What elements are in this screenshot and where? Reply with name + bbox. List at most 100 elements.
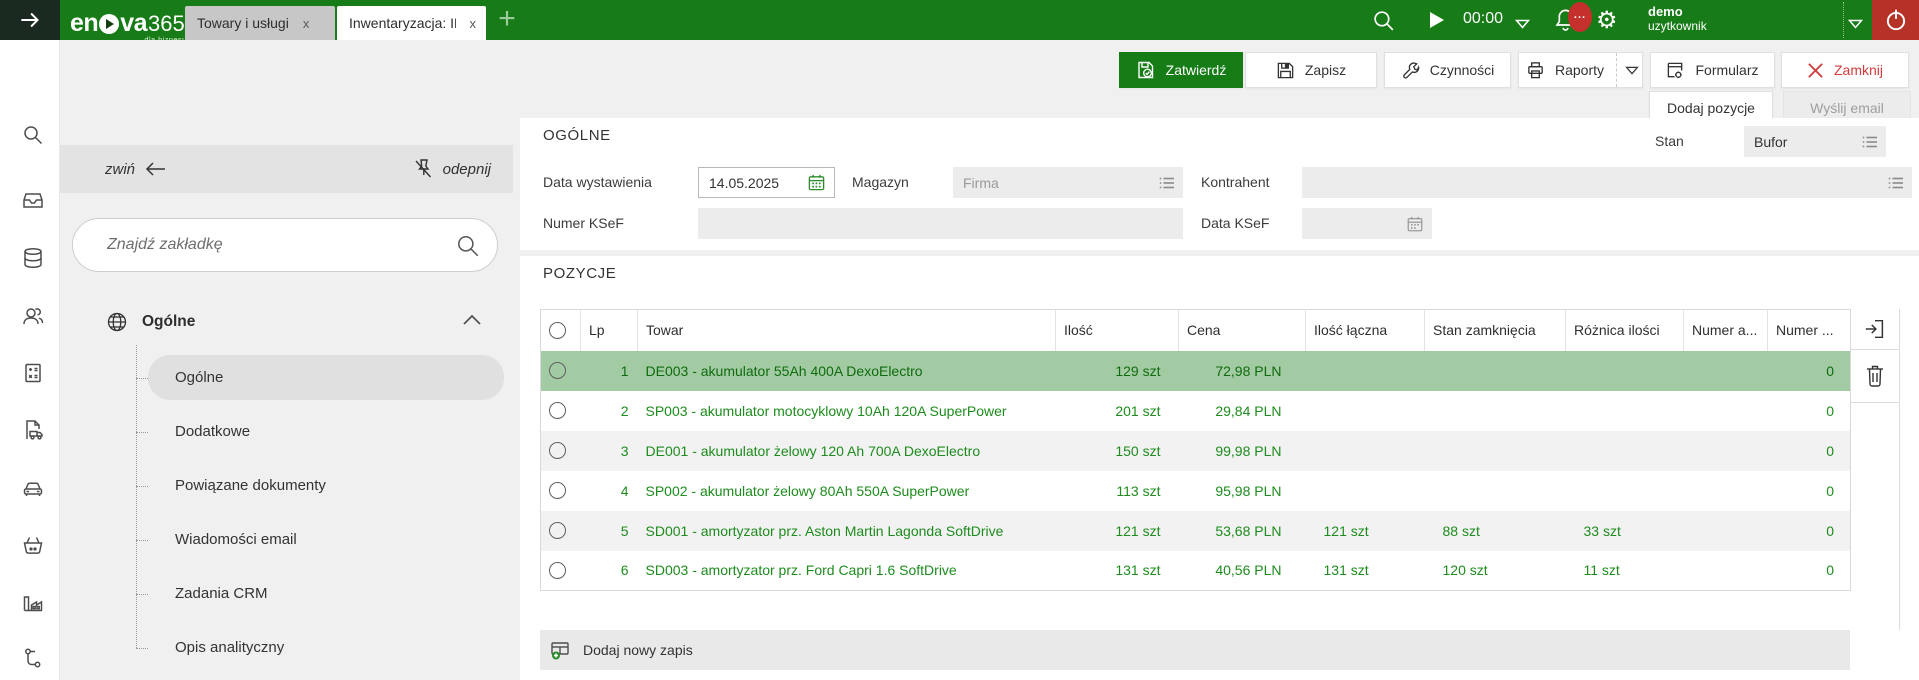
- cell-stan-zamkniecia: [1425, 391, 1566, 431]
- row-radio[interactable]: [549, 402, 566, 419]
- cell-ilosc-laczna: [1306, 471, 1425, 511]
- list-picker-icon[interactable]: [1888, 176, 1904, 190]
- column-header-lp[interactable]: Lp: [581, 310, 638, 351]
- find-tab-input[interactable]: [73, 219, 497, 271]
- topbar-separator: [1843, 2, 1844, 38]
- chevron-up-icon[interactable]: [462, 313, 482, 331]
- column-header-roznica-ilosci[interactable]: Różnica ilości: [1566, 310, 1684, 351]
- czynnosci-button[interactable]: Czynności: [1384, 52, 1511, 88]
- table-row[interactable]: 3 DE001 - akumulator żelowy 120 Ah 700A …: [541, 431, 1851, 471]
- unpin-sidebar-button[interactable]: odepnij: [413, 158, 491, 180]
- sidebar-tab-item[interactable]: Zadania CRM: [148, 571, 504, 616]
- sidebar-tab-item[interactable]: Powiązane dokumenty: [148, 463, 504, 508]
- row-radio[interactable]: [549, 362, 566, 379]
- delete-record-button[interactable]: [1850, 350, 1899, 403]
- row-radio[interactable]: [549, 522, 566, 539]
- row-radio[interactable]: [549, 482, 566, 499]
- list-picker-icon[interactable]: [1862, 135, 1878, 149]
- notification-badge[interactable]: ...: [1568, 2, 1592, 32]
- tree-tick: [136, 648, 148, 649]
- table-row[interactable]: 5 SD001 - amortyzator prz. Aston Martin …: [541, 511, 1851, 551]
- cell-roznica-ilosci: [1566, 351, 1684, 391]
- numer-ksef-field[interactable]: [698, 208, 1183, 239]
- play-icon[interactable]: [1429, 11, 1445, 34]
- play-circle-icon: [99, 14, 119, 34]
- column-header-cena[interactable]: Cena: [1179, 310, 1306, 351]
- factory-icon[interactable]: [21, 590, 45, 619]
- logout-power-button[interactable]: [1872, 0, 1919, 40]
- table-row[interactable]: 4 SP002 - akumulator żelowy 80Ah 550A Su…: [541, 471, 1851, 511]
- car-icon[interactable]: [21, 476, 45, 505]
- raporty-dropdown[interactable]: [1616, 53, 1647, 87]
- cell-numer-a: [1684, 511, 1768, 551]
- arrow-left-icon: [143, 160, 167, 178]
- database-icon[interactable]: [21, 246, 45, 275]
- row-radio[interactable]: [549, 562, 566, 579]
- search-module-icon[interactable]: [21, 123, 45, 152]
- kontrahent-field[interactable]: [1302, 167, 1912, 198]
- column-header-stan-zamkniecia[interactable]: Stan zamknięcia: [1425, 310, 1566, 351]
- menu-expand-button[interactable]: [0, 0, 60, 40]
- column-header-ilosc-laczna[interactable]: Ilość łączna: [1306, 310, 1425, 351]
- stan-field[interactable]: Bufor: [1744, 126, 1886, 157]
- list-picker-icon[interactable]: [1159, 176, 1175, 190]
- sidebar-tab-item[interactable]: Ogólne: [148, 355, 504, 400]
- section-title-ogolne: OGÓLNE: [543, 127, 611, 144]
- column-header-numer[interactable]: Numer ...: [1768, 310, 1851, 351]
- tab-close-icon[interactable]: x: [470, 16, 477, 31]
- cell-lp: 4: [581, 471, 638, 511]
- time-dropdown-icon[interactable]: [1515, 16, 1530, 34]
- zapisz-button[interactable]: Zapisz: [1245, 52, 1377, 88]
- zamknij-button[interactable]: Zamknij: [1781, 52, 1909, 88]
- select-all-radio[interactable]: [549, 322, 566, 339]
- data-ksef-field[interactable]: [1302, 208, 1432, 239]
- sidebar-tab-item[interactable]: Opis analityczny: [148, 625, 504, 670]
- calendar-icon[interactable]: [807, 173, 826, 192]
- add-record-label: Dodaj nowy zapis: [583, 642, 693, 658]
- open-record-button[interactable]: [1850, 309, 1899, 350]
- user-menu[interactable]: demo uzytkownik: [1648, 4, 1707, 34]
- cell-stan-zamkniecia: 88 szt: [1425, 511, 1566, 551]
- basket-icon[interactable]: [21, 533, 45, 562]
- tab-close-icon[interactable]: x: [303, 16, 310, 31]
- column-header-towar[interactable]: Towar: [638, 310, 1056, 351]
- table-row[interactable]: 2 SP003 - akumulator motocyklowy 10Ah 12…: [541, 391, 1851, 431]
- magazyn-field[interactable]: Firma: [953, 167, 1183, 198]
- calculator-icon[interactable]: [21, 361, 45, 390]
- new-tab-button[interactable]: +: [491, 4, 523, 36]
- inbox-icon[interactable]: [21, 188, 45, 217]
- calendar-icon[interactable]: [1406, 215, 1424, 233]
- search-icon[interactable]: [1371, 8, 1396, 38]
- sidebar-tab-item[interactable]: Dodatkowe: [148, 409, 504, 454]
- workflow-icon[interactable]: [21, 646, 45, 675]
- table-row[interactable]: 6 SD003 - amortyzator prz. Ford Capri 1.…: [541, 551, 1851, 591]
- collapse-sidebar-button[interactable]: zwiń: [105, 160, 167, 178]
- settings-gear-icon[interactable]: ⚙: [1596, 6, 1618, 34]
- module-icon-rail: [0, 40, 60, 680]
- logo-text: en: [70, 8, 98, 38]
- formularz-button[interactable]: Formularz: [1650, 52, 1775, 88]
- tree-tick: [136, 594, 148, 595]
- delivery-document-icon[interactable]: [21, 418, 45, 447]
- cell-lp: 3: [581, 431, 638, 471]
- sidebar-group-ogolne[interactable]: Ogólne: [105, 308, 495, 336]
- tab-towary-i-uslugi[interactable]: Towary i usługi x: [185, 6, 335, 40]
- work-time-counter[interactable]: 00:00: [1463, 10, 1503, 28]
- add-new-record-row[interactable]: Dodaj nowy zapis: [540, 630, 1850, 670]
- cell-numer: 0: [1768, 351, 1851, 391]
- contacts-icon[interactable]: [21, 304, 45, 333]
- cell-numer-a: [1684, 431, 1768, 471]
- button-label: Zatwierdź: [1166, 62, 1227, 78]
- sidebar-search: [72, 218, 498, 272]
- column-header-ilosc[interactable]: Ilość: [1056, 310, 1179, 351]
- raporty-button[interactable]: Raporty: [1518, 52, 1643, 88]
- column-header-numer-a[interactable]: Numer a...: [1684, 310, 1768, 351]
- tab-inwentaryzacja[interactable]: Inwentaryzacja: IN... x: [337, 6, 486, 40]
- magazyn-placeholder: Firma: [953, 175, 999, 191]
- zatwierdz-button[interactable]: Zatwierdź: [1119, 52, 1243, 88]
- row-radio[interactable]: [549, 442, 566, 459]
- sidebar-tab-item[interactable]: Wiadomości email: [148, 517, 504, 562]
- table-row[interactable]: 1 DE003 - akumulator 55Ah 400A DexoElect…: [541, 351, 1851, 391]
- data-wystawienia-field[interactable]: 14.05.2025: [698, 167, 835, 198]
- window-dropdown-icon[interactable]: [1848, 16, 1863, 34]
